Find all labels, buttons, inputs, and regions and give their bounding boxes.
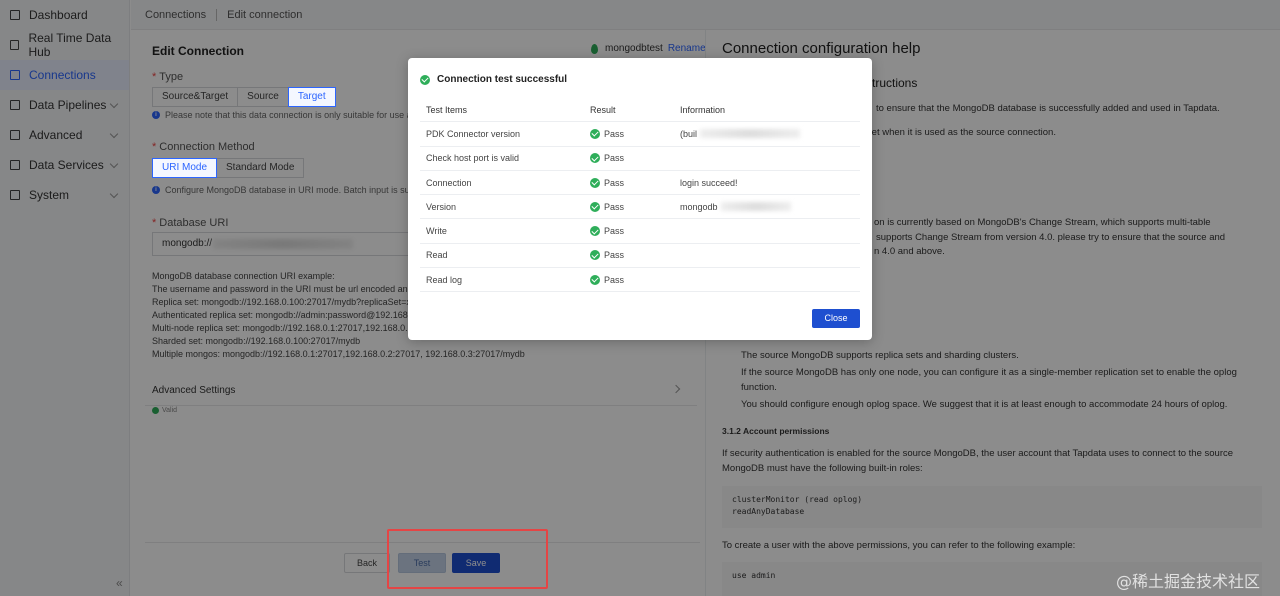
highlight-box bbox=[387, 529, 548, 589]
type-option-target[interactable]: Target bbox=[287, 87, 336, 107]
redacted-info bbox=[720, 202, 791, 212]
method-option-uri-mode[interactable]: URI Mode bbox=[152, 158, 218, 178]
header-information: Information bbox=[680, 104, 726, 115]
information-text: (buil bbox=[680, 128, 698, 139]
result-text: Pass bbox=[604, 201, 625, 212]
pass-check-icon bbox=[590, 226, 600, 237]
test-item: Write bbox=[426, 226, 447, 237]
result-text: Pass bbox=[604, 128, 625, 139]
test-result: Pass bbox=[586, 250, 676, 261]
pass-check-icon bbox=[590, 274, 600, 285]
pass-check-icon bbox=[590, 201, 600, 212]
test-result: Pass bbox=[586, 177, 676, 188]
table-header: Test Items Result Information bbox=[420, 98, 860, 123]
result-text: Pass bbox=[604, 250, 625, 261]
test-result: Pass bbox=[586, 226, 676, 237]
table-row: Connection Pass login succeed! bbox=[420, 171, 860, 196]
connection-test-dialog: Connection test successful Test Items Re… bbox=[408, 58, 872, 340]
pass-check-icon bbox=[590, 250, 600, 261]
redacted-info bbox=[700, 129, 801, 139]
test-result: Pass bbox=[586, 153, 676, 164]
test-item: PDK Connector version bbox=[426, 128, 521, 139]
pass-check-icon bbox=[590, 177, 600, 188]
close-button[interactable]: Close bbox=[812, 309, 860, 328]
header-result: Result bbox=[590, 104, 616, 115]
table-row: Read Pass bbox=[420, 244, 860, 269]
watermark: @稀土掘金技术社区 bbox=[1116, 572, 1261, 591]
table-row: PDK Connector version Pass (buil bbox=[420, 122, 860, 147]
test-item: Check host port is valid bbox=[426, 153, 520, 164]
test-results-table: Test Items Result Information PDK Connec… bbox=[420, 98, 860, 293]
table-row: Read log Pass bbox=[420, 268, 860, 293]
pass-check-icon bbox=[590, 153, 600, 164]
table-row: Write Pass bbox=[420, 219, 860, 244]
test-result: Pass bbox=[586, 201, 676, 212]
test-result: Pass bbox=[586, 274, 676, 285]
success-check-icon bbox=[420, 74, 430, 85]
test-item: Version bbox=[426, 201, 457, 212]
dialog-title: Connection test successful bbox=[420, 74, 567, 85]
result-text: Pass bbox=[604, 153, 625, 164]
test-item: Connection bbox=[426, 177, 472, 188]
test-result: Pass bbox=[586, 128, 676, 139]
test-information: (buil bbox=[676, 129, 856, 139]
header-test-items: Test Items bbox=[426, 104, 468, 115]
result-text: Pass bbox=[604, 177, 625, 188]
test-item: Read log bbox=[426, 274, 463, 285]
test-information: mongodb bbox=[676, 202, 856, 212]
pass-check-icon bbox=[590, 128, 600, 139]
test-item: Read bbox=[426, 250, 448, 261]
test-information: login succeed! bbox=[676, 178, 856, 188]
table-row: Check host port is valid Pass bbox=[420, 147, 860, 171]
information-text: login succeed! bbox=[680, 177, 738, 188]
result-text: Pass bbox=[604, 226, 625, 237]
table-row: Version Pass mongodb bbox=[420, 195, 860, 220]
information-text: mongodb bbox=[680, 201, 718, 212]
result-text: Pass bbox=[604, 274, 625, 285]
